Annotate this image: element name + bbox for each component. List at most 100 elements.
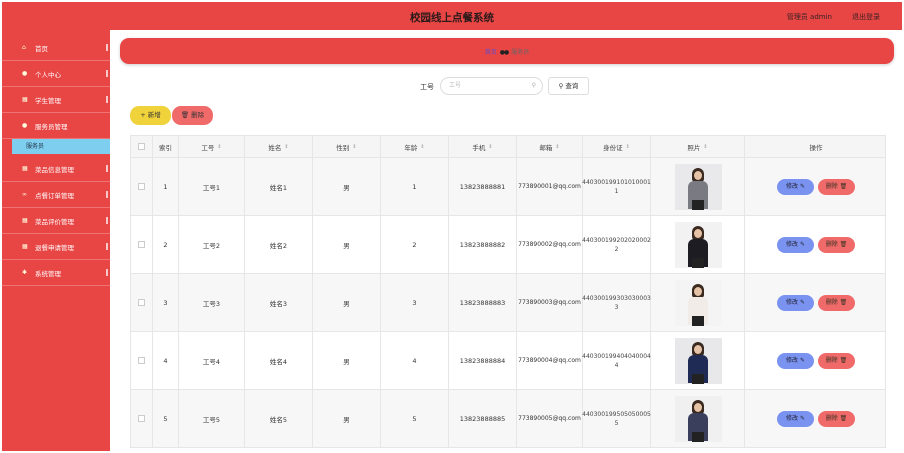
- cell-idcard: 440300199101010001 1: [582, 158, 651, 215]
- row-checkbox[interactable]: [138, 415, 145, 422]
- table-row: 1 工号1 姓名1 男 1 13823888881 773890001@qq.c…: [130, 158, 886, 216]
- link-icon: ∞: [22, 191, 27, 198]
- col-phone[interactable]: 手机 ⇕: [449, 136, 517, 157]
- sidebar-item-label: 菜品信息管理: [35, 165, 74, 174]
- cell-phone: 13823888881: [449, 158, 517, 215]
- edit-button[interactable]: 修改 ✎: [777, 178, 814, 195]
- search-icon: ⚲: [531, 82, 536, 89]
- batch-delete-button[interactable]: 🗑 删除: [172, 106, 213, 125]
- sidebar-item-reviews[interactable]: ▦ 菜品评价管理: [2, 208, 110, 234]
- cell-idcard: 440300199505050005 5: [582, 390, 651, 447]
- edit-button[interactable]: 修改 ✎: [777, 236, 814, 253]
- col-name[interactable]: 姓名 ⇕: [245, 136, 313, 157]
- edit-button[interactable]: 修改 ✎: [777, 410, 814, 427]
- cell-name: 姓名3: [245, 274, 313, 331]
- sidebar-item-refunds[interactable]: ▦ 退餐申请管理: [2, 234, 110, 260]
- search-label: 工号: [420, 83, 434, 91]
- cell-email: 773890004@qq.com: [517, 332, 583, 389]
- cell-index: 2: [153, 216, 179, 273]
- user-icon: ●: [22, 70, 28, 77]
- sort-icon: ⇕: [284, 143, 289, 150]
- cell-email: 773890005@qq.com: [517, 390, 583, 447]
- search-placeholder: 工号: [449, 82, 462, 89]
- edit-icon: ✎: [799, 240, 805, 248]
- table-row: 4 工号4 姓名4 男 4 13823888884 773890004@qq.c…: [130, 332, 886, 390]
- table-row: 5 工号5 姓名5 男 5 13823888885 773890005@qq.c…: [130, 390, 886, 448]
- delete-button[interactable]: 删除 🗑: [818, 294, 855, 311]
- logout-link[interactable]: 退出登录: [852, 12, 880, 22]
- cell-gender: 男: [313, 332, 381, 389]
- col-idcard[interactable]: 身份证 ⇕: [583, 136, 651, 157]
- sidebar-item-label: 首页: [35, 44, 48, 53]
- cell-phone: 13823888884: [449, 332, 517, 389]
- search-input[interactable]: 工号 ⚲: [440, 77, 543, 95]
- cell-index: 3: [153, 274, 179, 331]
- delete-button[interactable]: 删除 🗑: [818, 236, 855, 253]
- table-row: 2 工号2 姓名2 男 2 13823888882 773890002@qq.c…: [130, 216, 886, 274]
- current-user: 管理员 admin: [786, 13, 832, 21]
- sort-icon: ⇕: [625, 143, 630, 150]
- trash-icon: 🗑: [839, 298, 848, 306]
- query-button-label: 查询: [565, 82, 579, 90]
- col-age[interactable]: 年龄 ⇕: [381, 136, 449, 157]
- sidebar: ⌂ 首页 ● 个人中心 ▦ 学生管理 ● 服务员管理 服务员 ▦ 菜品信息管理 …: [2, 30, 110, 451]
- trash-icon: 🗑: [839, 240, 848, 248]
- sidebar-item-home[interactable]: ⌂ 首页: [2, 35, 110, 61]
- cell-id: 工号1: [179, 158, 245, 215]
- sort-icon: ⇕: [352, 143, 357, 150]
- query-button[interactable]: ⚲ 查询: [548, 77, 589, 95]
- col-photo[interactable]: 照片 ⇕: [651, 136, 745, 157]
- row-checkbox[interactable]: [138, 357, 145, 364]
- col-id[interactable]: 工号 ⇕: [179, 136, 245, 157]
- user-icon: ●: [22, 122, 28, 129]
- breadcrumb-home[interactable]: 首页: [485, 47, 497, 56]
- cell-gender: 男: [313, 390, 381, 447]
- delete-button[interactable]: 删除 🗑: [818, 178, 855, 195]
- grid-icon: ▦: [22, 165, 28, 172]
- cell-email: 773890001@qq.com: [517, 158, 583, 215]
- sidebar-item-students[interactable]: ▦ 学生管理: [2, 87, 110, 113]
- sidebar-item-profile[interactable]: ● 个人中心: [2, 61, 110, 87]
- edit-icon: ✎: [799, 182, 805, 190]
- cell-gender: 男: [313, 158, 381, 215]
- add-button[interactable]: + 新增: [130, 106, 171, 125]
- cell-phone: 13823888883: [449, 274, 517, 331]
- sidebar-item-waiters[interactable]: ● 服务员管理: [2, 113, 110, 139]
- delete-button[interactable]: 删除 🗑: [818, 352, 855, 369]
- sidebar-item-dishes[interactable]: ▦ 菜品信息管理: [2, 156, 110, 182]
- staff-photo: [675, 395, 722, 442]
- edit-button[interactable]: 修改 ✎: [777, 352, 814, 369]
- sidebar-item-label: 退餐申请管理: [35, 243, 74, 252]
- select-all-checkbox[interactable]: [138, 143, 145, 150]
- cell-age: 1: [381, 158, 449, 215]
- col-email[interactable]: 邮箱 ⇕: [517, 136, 583, 157]
- cell-gender: 男: [313, 216, 381, 273]
- breadcrumb-current: 服务员: [511, 49, 530, 56]
- trash-icon: 🗑: [839, 356, 848, 364]
- cell-name: 姓名2: [245, 216, 313, 273]
- cell-age: 2: [381, 216, 449, 273]
- sidebar-subitem-waiter[interactable]: 服务员: [12, 139, 110, 154]
- sidebar-item-orders[interactable]: ∞ 点餐订单管理: [2, 182, 110, 208]
- gear-icon: ✱: [22, 269, 28, 276]
- trash-icon: 🗑: [180, 111, 190, 119]
- edit-icon: ✎: [799, 414, 805, 422]
- top-bar: 校园线上点餐系统 管理员 admin 退出登录: [2, 2, 902, 30]
- row-checkbox[interactable]: [138, 183, 145, 190]
- row-checkbox[interactable]: [138, 241, 145, 248]
- app-title: 校园线上点餐系统: [410, 12, 494, 24]
- cell-name: 姓名1: [245, 158, 313, 215]
- cell-id: 工号5: [179, 390, 245, 447]
- col-gender[interactable]: 性别 ⇕: [313, 136, 381, 157]
- edit-button[interactable]: 修改 ✎: [777, 294, 814, 311]
- breadcrumb: 首页 ●● 服务员: [120, 38, 894, 64]
- cell-age: 5: [381, 390, 449, 447]
- sort-icon: ⇕: [703, 143, 708, 150]
- sort-icon: ⇕: [217, 143, 222, 150]
- cell-phone: 13823888882: [449, 216, 517, 273]
- cell-gender: 男: [313, 274, 381, 331]
- row-checkbox[interactable]: [138, 299, 145, 306]
- sidebar-item-system[interactable]: ✱ 系统管理: [2, 260, 110, 286]
- cell-age: 4: [381, 332, 449, 389]
- delete-button[interactable]: 删除 🗑: [818, 410, 855, 427]
